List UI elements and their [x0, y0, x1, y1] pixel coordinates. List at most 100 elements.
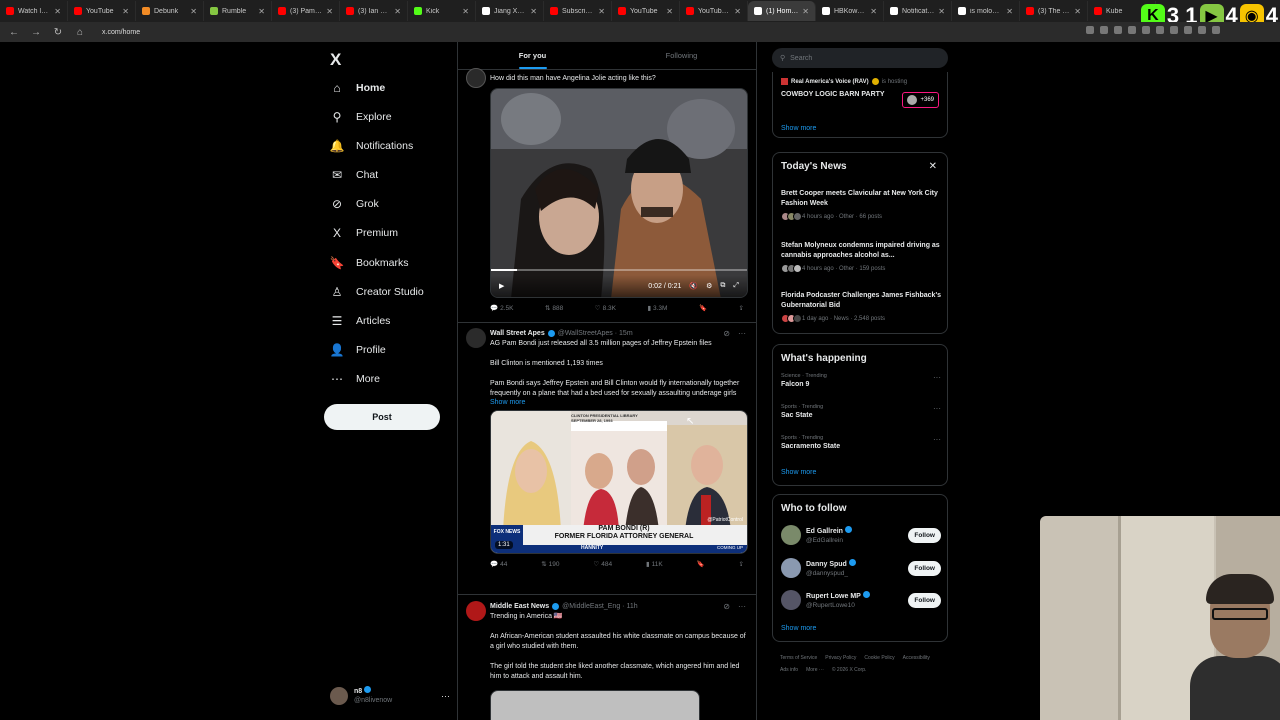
more-icon[interactable]: ··· — [933, 435, 941, 444]
more-icon[interactable]: ··· — [933, 404, 941, 413]
grok-icon[interactable]: ⊘ — [723, 602, 730, 611]
extension-icon[interactable] — [1128, 26, 1136, 34]
extension-icon[interactable] — [1086, 26, 1094, 34]
follow-button[interactable]: Follow — [908, 592, 941, 608]
footer-link[interactable]: More ··· — [806, 664, 824, 676]
close-icon[interactable]: ✕ — [394, 7, 401, 16]
close-icon[interactable]: ✕ — [929, 161, 937, 172]
close-icon[interactable]: ✕ — [462, 7, 469, 16]
tweet[interactable]: Middle East News @MiddleEast_Eng · 11h ⊘… — [458, 601, 756, 720]
nav-item-chat[interactable]: ✉ Chat — [330, 165, 378, 185]
close-icon[interactable]: ✕ — [190, 7, 197, 16]
suggestion-name[interactable]: Danny Spud — [806, 561, 847, 568]
home-icon[interactable]: ⌂ — [74, 27, 86, 38]
account-switcher[interactable]: n8 @n8livenow ··· — [330, 686, 450, 705]
footer-link[interactable]: Cookie Policy — [864, 652, 894, 664]
nav-item-articles[interactable]: ☰ Articles — [330, 311, 391, 331]
browser-tab[interactable]: Watch later ✕ — [0, 1, 68, 21]
url-field[interactable]: x.com/home — [102, 29, 140, 36]
avatar[interactable] — [466, 601, 486, 621]
browser-tab[interactable]: Notification ✕ — [884, 1, 952, 21]
more-icon[interactable]: ··· — [933, 373, 941, 382]
bookmark-icon[interactable]: 🔖 — [699, 304, 707, 312]
tab-following[interactable]: Following — [607, 42, 756, 69]
views-button[interactable]: ▮ 3.3M — [647, 304, 667, 313]
browser-tab[interactable]: (3) Pam Bo ✕ — [272, 1, 340, 21]
nav-item-premium[interactable]: X Premium — [330, 223, 398, 243]
extension-icon[interactable] — [1142, 26, 1150, 34]
close-icon[interactable]: ✕ — [1006, 7, 1013, 16]
video-progress[interactable] — [491, 269, 747, 271]
reply-button[interactable]: 💬 2.5K — [490, 304, 513, 313]
reload-icon[interactable]: ↻ — [52, 27, 64, 38]
tweet-video[interactable]: ▶ 0:02 / 0:21 🔇 ⚙ ⧉ ⤢ — [490, 88, 748, 298]
bookmark-icon[interactable]: 🔖 — [697, 560, 705, 568]
space-card[interactable]: Real America's Voice (RAV) is hosting CO… — [772, 72, 948, 138]
grok-icon[interactable]: ⊘ — [723, 329, 730, 338]
share-icon[interactable]: ⇪ — [739, 560, 744, 568]
pip-icon[interactable]: ⧉ — [720, 282, 725, 290]
close-icon[interactable]: ✕ — [258, 7, 265, 16]
extension-icon[interactable] — [1114, 26, 1122, 34]
repost-button[interactable]: ⇅ 190 — [541, 560, 559, 569]
more-icon[interactable]: ··· — [738, 602, 746, 611]
extension-icon[interactable] — [1100, 26, 1108, 34]
footer-link[interactable]: © 2026 X Corp. — [832, 664, 867, 676]
close-icon[interactable]: ✕ — [598, 7, 605, 16]
follow-suggestion[interactable]: Rupert Lowe MP @RupertLowe10 Follow — [781, 588, 941, 612]
x-logo[interactable]: X — [330, 50, 341, 70]
search-input[interactable]: ⚲ Search — [772, 48, 948, 68]
footer-link[interactable]: Privacy Policy — [825, 652, 856, 664]
close-icon[interactable]: ✕ — [802, 7, 809, 16]
more-icon[interactable]: ··· — [738, 329, 746, 338]
show-more-link[interactable]: Show more — [490, 399, 746, 406]
nav-item-notifications[interactable]: 🔔 Notifications — [330, 136, 414, 156]
close-icon[interactable]: ✕ — [122, 7, 129, 16]
nav-item-home[interactable]: ⌂ Home — [330, 78, 385, 98]
avatar[interactable] — [466, 328, 486, 348]
close-icon[interactable]: ✕ — [1074, 7, 1081, 16]
settings-icon[interactable]: ⚙ — [706, 282, 712, 290]
show-more-link[interactable]: Show more — [781, 125, 816, 132]
tweet[interactable]: Wall Street Apes @WallStreetApes · 15m ⊘… — [458, 328, 756, 568]
close-icon[interactable]: ✕ — [734, 7, 741, 16]
author-handle[interactable]: @WallStreetApes · 15m — [558, 330, 633, 337]
news-item[interactable]: Florida Podcaster Challenges James Fishb… — [781, 291, 941, 323]
close-icon[interactable]: ✕ — [530, 7, 537, 16]
tab-for-you[interactable]: For you — [458, 42, 607, 69]
close-icon[interactable]: ✕ — [938, 7, 945, 16]
like-button[interactable]: ♡ 484 — [593, 560, 612, 569]
post-button[interactable]: Post — [324, 404, 440, 430]
views-button[interactable]: ▮ 11K — [646, 560, 663, 569]
share-icon[interactable]: ⇪ — [739, 304, 744, 312]
browser-tab[interactable]: YouTube M ✕ — [680, 1, 748, 21]
like-button[interactable]: ♡ 8.3K — [595, 304, 616, 313]
follow-suggestion[interactable]: Danny Spud @dannyspud_ Follow — [781, 556, 941, 580]
extension-icon[interactable] — [1212, 26, 1220, 34]
extension-icon[interactable] — [1198, 26, 1206, 34]
browser-tab[interactable]: HBKowqKlz ✕ — [816, 1, 884, 21]
browser-tab[interactable]: is moloch a ✕ — [952, 1, 1020, 21]
play-icon[interactable]: ▶ — [499, 282, 504, 290]
avatar[interactable] — [781, 525, 801, 545]
nav-item-explore[interactable]: ⚲ Explore — [330, 107, 392, 127]
suggestion-name[interactable]: Ed Gallrein — [806, 528, 843, 535]
more-icon[interactable]: ··· — [441, 691, 450, 701]
mute-icon[interactable]: 🔇 — [689, 282, 698, 290]
back-icon[interactable]: ← — [8, 27, 20, 38]
extension-icon[interactable] — [1184, 26, 1192, 34]
follow-button[interactable]: Follow — [908, 560, 941, 576]
trend-item[interactable]: Sports · Trending Sac State ··· — [781, 404, 941, 419]
follow-button[interactable]: Follow — [908, 527, 941, 543]
news-item[interactable]: Brett Cooper meets Clavicular at New Yor… — [781, 189, 941, 221]
author-name[interactable]: Middle East News — [490, 603, 549, 610]
show-more-link[interactable]: Show more — [781, 625, 816, 632]
follow-suggestion[interactable]: Ed Gallrein @EdGallrein Follow — [781, 523, 941, 547]
trend-item[interactable]: Science · Trending Falcon 9 ··· — [781, 373, 941, 388]
browser-tab[interactable]: Subscription ✕ — [544, 1, 612, 21]
browser-tab[interactable]: (1) Home / X ✕ — [748, 1, 816, 21]
author-handle[interactable]: @MiddleEast_Eng · 11h — [562, 603, 637, 610]
trend-item[interactable]: Sports · Trending Sacramento State ··· — [781, 435, 941, 450]
nav-item-profile[interactable]: 👤 Profile — [330, 340, 386, 360]
avatar[interactable] — [781, 590, 801, 610]
